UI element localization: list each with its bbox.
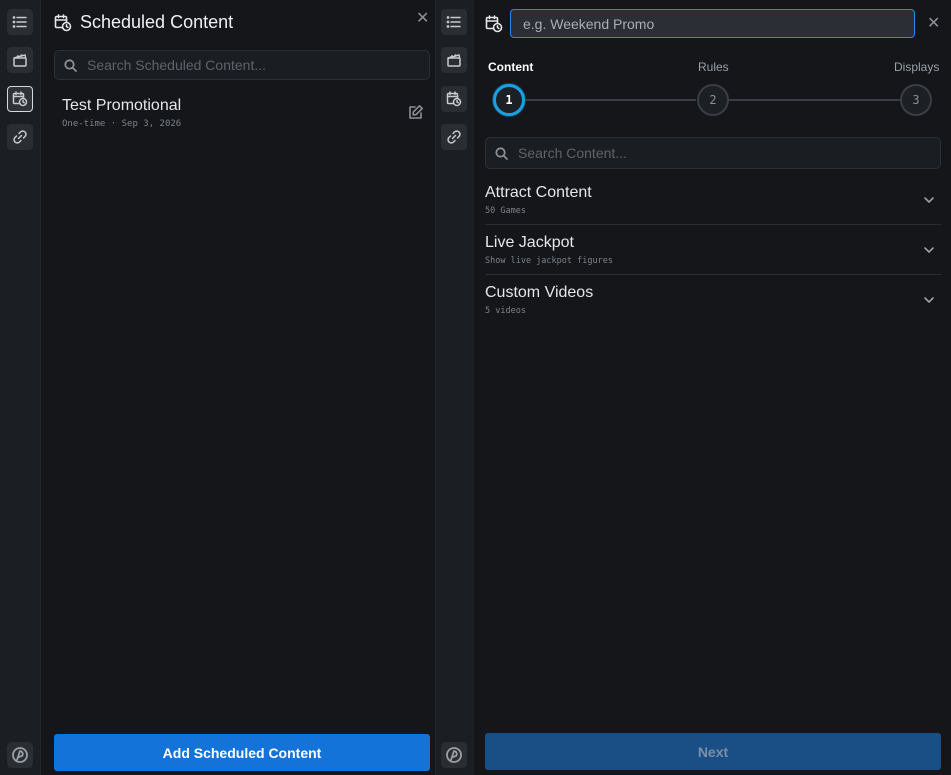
search-icon xyxy=(495,147,508,160)
edit-icon[interactable] xyxy=(408,104,424,120)
app-logo-icon xyxy=(441,742,467,768)
close-icon[interactable]: ✕ xyxy=(927,16,940,32)
search-input[interactable] xyxy=(516,144,940,162)
list-item[interactable]: Test Promotional One-time · Sep 3, 2026 xyxy=(62,97,424,129)
scheduled-search xyxy=(54,50,430,80)
section-attract-content[interactable]: Attract Content 50 Games xyxy=(485,175,941,225)
close-icon[interactable]: ✕ xyxy=(416,11,429,27)
step-connector xyxy=(728,99,900,101)
step-label-content: Content xyxy=(488,60,534,74)
link-icon[interactable] xyxy=(441,124,467,150)
calendar-clock-icon xyxy=(54,13,72,31)
section-subtitle: 50 Games xyxy=(485,206,526,216)
link-icon[interactable] xyxy=(7,124,33,150)
schedule-name-input[interactable] xyxy=(510,9,915,38)
item-name: Test Promotional xyxy=(62,97,182,114)
step-label-displays: Displays xyxy=(894,60,940,74)
content-search xyxy=(485,137,941,169)
step-2-circle[interactable]: 2 xyxy=(697,84,729,116)
item-meta: One-time · Sep 3, 2026 xyxy=(62,119,182,129)
left-icon-rail xyxy=(0,0,41,775)
search-input[interactable] xyxy=(85,56,429,74)
page-title: Scheduled Content xyxy=(80,12,234,32)
section-subtitle: Show live jackpot figures xyxy=(485,256,613,266)
search-icon xyxy=(64,59,77,72)
content-sections: Attract Content 50 Games Live Jackpot Sh… xyxy=(485,175,941,325)
chevron-down-icon[interactable] xyxy=(923,294,935,306)
list-icon[interactable] xyxy=(7,9,33,35)
app-logo-icon xyxy=(7,742,33,768)
step-connector xyxy=(524,99,696,101)
section-subtitle: 5 videos xyxy=(485,306,526,316)
list-icon[interactable] xyxy=(441,9,467,35)
step-label-rules: Rules xyxy=(698,60,729,74)
calendar-clock-icon[interactable] xyxy=(441,86,467,112)
clapperboard-icon[interactable] xyxy=(7,47,33,73)
section-title: Attract Content xyxy=(485,184,592,201)
calendar-clock-icon xyxy=(485,15,503,33)
section-title: Live Jackpot xyxy=(485,234,574,251)
scheduled-content-panel: Scheduled Content ✕ Test Promotional One… xyxy=(41,0,435,775)
panel-header: Scheduled Content xyxy=(54,12,233,33)
chevron-down-icon[interactable] xyxy=(923,244,935,256)
chevron-down-icon[interactable] xyxy=(923,194,935,206)
step-3-circle[interactable]: 3 xyxy=(900,84,932,116)
calendar-clock-icon[interactable] xyxy=(7,86,33,112)
clapperboard-icon[interactable] xyxy=(441,47,467,73)
new-schedule-panel: ✕ Content Rules Displays 1 2 3 Attract C… xyxy=(474,0,951,775)
next-button[interactable]: Next xyxy=(485,733,941,770)
section-custom-videos[interactable]: Custom Videos 5 videos xyxy=(485,275,941,325)
middle-icon-rail xyxy=(435,0,475,775)
step-1-circle[interactable]: 1 xyxy=(493,84,525,116)
section-title: Custom Videos xyxy=(485,284,594,301)
add-scheduled-content-button[interactable]: Add Scheduled Content xyxy=(54,734,430,771)
section-live-jackpot[interactable]: Live Jackpot Show live jackpot figures xyxy=(485,225,941,275)
